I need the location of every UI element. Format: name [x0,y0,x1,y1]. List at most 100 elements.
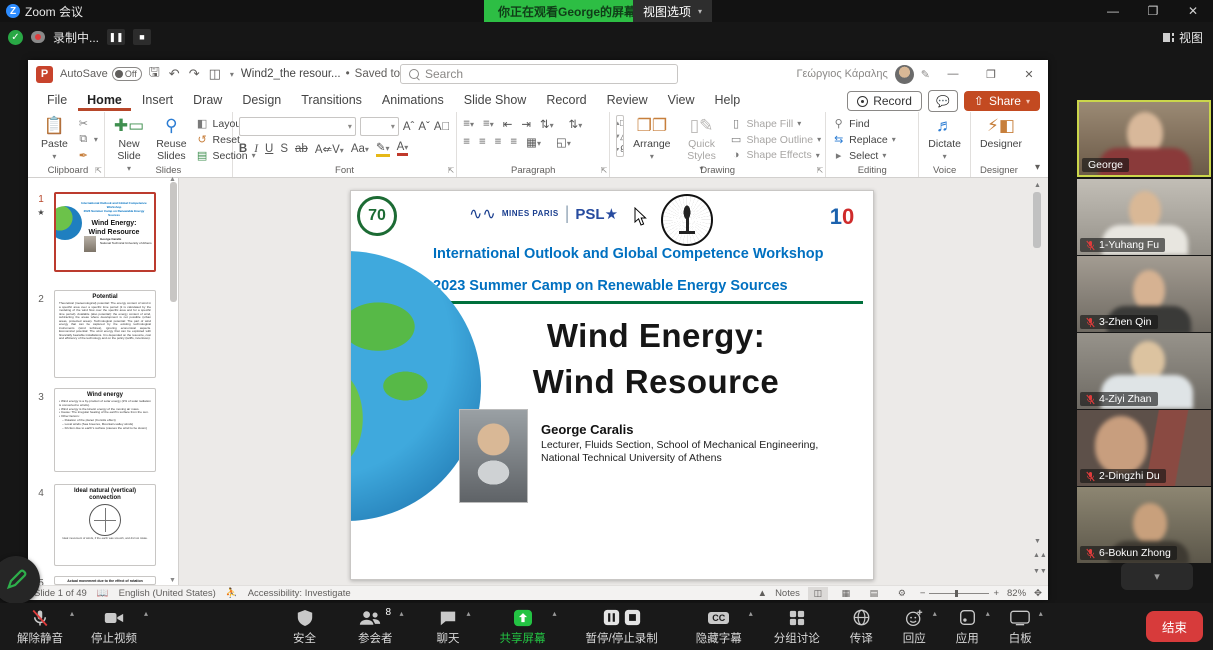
participants-button[interactable]: 8 参会者▴ [351,605,400,649]
slide-thumbnail-1[interactable]: International Outlook and Global Compete… [54,192,156,272]
zoom-out-icon[interactable]: − [920,588,926,599]
minimize-button[interactable]: — [1093,0,1133,22]
format-painter-button[interactable]: ✒ [77,149,98,162]
slide-thumbnail-3[interactable]: Wind energy • Wind energy is a by-produc… [54,388,156,472]
spellcheck-icon[interactable]: 📖 [97,588,109,599]
autosave-toggle[interactable]: AutoSave Off [60,67,142,81]
clipboard-dialog-launcher[interactable]: ⇱ [95,166,102,175]
arrange-button[interactable]: ❐❐ Arrange▾ [630,115,673,162]
apps-button[interactable]: 应用▴ [949,605,986,649]
smartart-button[interactable]: ◱▾ [556,135,571,149]
redo-icon[interactable]: ↷ [189,66,200,82]
comments-button[interactable]: 💬 [928,90,958,112]
tab-slide-show[interactable]: Slide Show [455,89,536,111]
tab-transitions[interactable]: Transitions [292,89,371,111]
thumbnail-scrollbar[interactable] [170,182,177,302]
align-left-button[interactable]: ≡ [463,136,470,148]
collapse-videos-button[interactable]: ▾ [1121,563,1193,590]
font-dialog-launcher[interactable]: ⇱ [448,166,455,175]
tab-design[interactable]: Design [233,89,290,111]
end-meeting-button[interactable]: 结束 [1146,611,1203,642]
account-avatar[interactable] [895,65,914,84]
slide-thumbnail-4[interactable]: Ideal natural (vertical) convection Idea… [54,484,156,566]
find-button[interactable]: ⚲Find [832,117,896,130]
slideshow-view-button[interactable]: ⚙ [892,587,912,600]
chevron-up-icon[interactable]: ▴ [933,609,937,618]
line-spacing-button[interactable]: ⇅▾ [540,117,554,131]
character-spacing-button[interactable]: A⇍V▾ [315,142,344,156]
tab-home[interactable]: Home [78,89,131,111]
view-options-button[interactable]: 视图选项 ▾ [633,0,712,22]
tab-insert[interactable]: Insert [133,89,182,111]
shape-outline-button[interactable]: ▭Shape Outline▾ [730,133,822,146]
scroll-down-icon[interactable]: ▼ [1033,538,1042,545]
close-button[interactable]: ✕ [1173,0,1213,22]
copy-button[interactable]: ⧉▾ [77,133,98,146]
search-input[interactable]: Search [400,64,678,84]
autosave-toggle-switch[interactable]: Off [112,67,142,81]
dictate-button[interactable]: ♬ Dictate▾ [925,115,964,162]
participant-video-ziyi-zhan[interactable]: 4-Ziyi Zhan [1077,333,1211,409]
normal-view-button[interactable]: ◫ [808,587,828,600]
canvas-scrollbar[interactable]: ▲ ▼ ▲▲ ▼▼ [1033,180,1042,587]
tab-review[interactable]: Review [598,89,657,111]
tab-draw[interactable]: Draw [184,89,231,111]
whiteboard-button[interactable]: 白板▴ [1002,605,1039,649]
shape-fill-button[interactable]: ▯Shape Fill▾ [730,117,822,130]
cut-button[interactable]: ✂ [77,117,98,130]
tab-animations[interactable]: Animations [373,89,453,111]
security-button[interactable]: 安全 [286,605,323,649]
previous-slide-icon[interactable]: ▲▲ [1033,552,1042,559]
fit-slide-icon[interactable]: ✥ [1034,588,1042,599]
font-size-combo[interactable]: ▾ [360,117,399,136]
clear-formatting-button[interactable]: A⃠ [434,121,450,133]
participant-video-george[interactable]: George [1077,100,1211,177]
share-button[interactable]: ⇧Share▾ [964,91,1040,111]
collapse-ribbon-chevron[interactable]: ▾ [1027,162,1048,177]
save-icon[interactable]: 🖫 [149,63,160,85]
chevron-up-icon[interactable]: ▴ [986,609,990,618]
text-shadow-button[interactable]: S [280,143,288,155]
accessibility-status[interactable]: Accessibility: Investigate [248,588,351,599]
bold-button[interactable]: B [239,143,247,155]
tab-record[interactable]: Record [537,89,595,111]
chevron-up-icon[interactable]: ▴ [399,609,403,618]
chevron-up-icon[interactable]: ▴ [552,609,556,618]
zoom-slider[interactable]: − + [920,588,999,599]
drawing-dialog-launcher[interactable]: ⇱ [816,166,823,175]
align-right-button[interactable]: ≡ [495,136,502,148]
hide-captions-button[interactable]: CC 隐藏字幕▴ [689,605,749,649]
slide-thumbnail-2[interactable]: Potential Theoretical (meteorological) p… [54,290,156,378]
chevron-up-icon[interactable]: ▴ [70,609,74,618]
font-name-combo[interactable]: ▾ [239,117,356,136]
bullets-button[interactable]: ≡▾ [463,118,474,130]
chevron-up-icon[interactable]: ▴ [749,609,753,618]
pause-stop-recording-button[interactable]: 暂停/停止录制 [579,605,665,649]
ppt-minimize-button[interactable]: — [934,60,972,88]
undo-icon[interactable]: ↶ [169,66,180,82]
reactions-button[interactable]: 回应▴ [896,605,933,649]
shapes-scroll[interactable]: ▲▼▾ [616,116,623,156]
notes-icon[interactable]: ▲ [758,588,767,599]
stop-video-button[interactable]: 停止视频▴ [84,605,144,649]
gallery-view-button[interactable]: 视图 [1163,27,1203,47]
tab-view[interactable]: View [659,89,704,111]
grow-font-button[interactable]: Aˆ [403,121,415,133]
participant-video-dingzhi-du[interactable]: 2-Dingzhi Du [1077,410,1211,486]
unmute-button[interactable]: 解除静音▴ [10,605,70,649]
chevron-up-icon[interactable]: ▴ [144,609,148,618]
breakout-rooms-button[interactable]: 分组讨论 [767,605,827,649]
columns-button[interactable]: ▦▾ [526,135,541,149]
align-center-button[interactable]: ≡ [479,136,486,148]
tab-file[interactable]: File [38,89,76,111]
italic-button[interactable]: I [254,143,258,155]
participant-video-yuhang-fu[interactable]: 1-Yuhang Fu [1077,179,1211,255]
chevron-up-icon[interactable]: ▴ [1039,609,1043,618]
ppt-restore-button[interactable]: ❐ [972,60,1010,88]
participant-video-zhen-qin[interactable]: 3-Zhen Qin [1077,256,1211,332]
font-color-button[interactable]: A▾ [397,141,409,156]
paragraph-dialog-launcher[interactable]: ⇱ [600,166,607,175]
tab-help[interactable]: Help [705,89,749,111]
record-button[interactable]: Record [847,91,922,111]
ppt-close-button[interactable]: ✕ [1010,60,1048,88]
